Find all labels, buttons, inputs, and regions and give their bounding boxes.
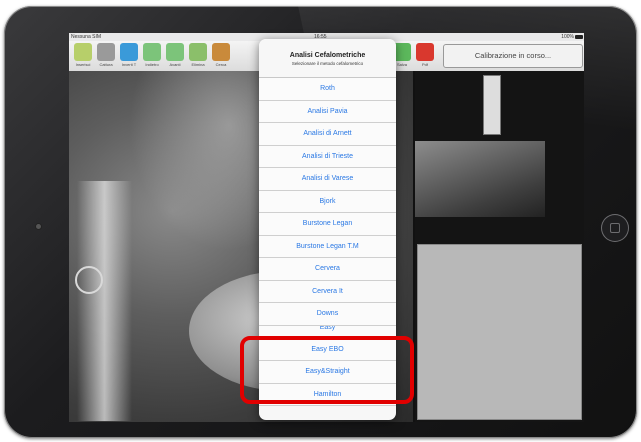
tool-label: Cattura <box>99 62 113 67</box>
calibration-ring-marker[interactable] <box>75 266 103 294</box>
popover-header: Analisi Cefalometriche Selezionare il me… <box>259 39 396 78</box>
battery-icon <box>575 35 583 39</box>
tool-indietro[interactable]: Indietro <box>141 43 163 67</box>
analysis-item-trieste[interactable]: Analisi di Trieste <box>259 145 396 168</box>
analysis-item-arnett[interactable]: Analisi di Arnett <box>259 123 396 146</box>
analysis-item-pavia[interactable]: Analisi Pavia <box>259 100 396 123</box>
calibration-ruler <box>483 75 501 135</box>
analysis-item-burstone-legan-tm[interactable]: Burstone Legan T.M <box>259 235 396 258</box>
tool-inserisci[interactable]: Inserisci <box>72 43 94 67</box>
add-image-icon <box>74 43 92 61</box>
analysis-item-roth[interactable]: Roth <box>259 78 396 101</box>
analysis-item-downs[interactable]: Downs <box>259 303 396 326</box>
tool-inverti[interactable]: Inverti T <box>118 43 140 67</box>
tool-cattura[interactable]: Cattura <box>95 43 117 67</box>
tool-label: Inserisci <box>75 62 91 67</box>
tool-cerca[interactable]: Cerca <box>210 43 232 67</box>
info-panel <box>417 244 582 420</box>
popover-title: Analisi Cefalometriche <box>289 52 366 59</box>
invert-icon <box>120 43 138 61</box>
tool-elimina[interactable]: Elimina <box>187 43 209 67</box>
undo-icon <box>143 43 161 61</box>
analysis-item-cervera[interactable]: Cervera <box>259 258 396 281</box>
status-battery-text: 100% <box>561 34 574 40</box>
red-highlight-box <box>240 336 414 404</box>
home-button[interactable] <box>601 214 629 242</box>
ipad-device: Nessuna SIM 16:55 100% Inserisci Cattura… <box>0 0 641 442</box>
popover-subtitle: Selezionare il metodo cefalometrico <box>291 61 364 66</box>
redo-icon <box>166 43 184 61</box>
tool-label: Avanti <box>169 62 181 67</box>
analysis-item-bjork[interactable]: Bjork <box>259 190 396 213</box>
status-carrier: Nessuna SIM <box>71 34 102 40</box>
tool-avanti[interactable]: Avanti <box>164 43 186 67</box>
crop-icon <box>97 43 115 61</box>
tool-label: Indietro <box>145 62 159 67</box>
tool-label: Pdf <box>421 62 428 67</box>
search-icon <box>212 43 230 61</box>
xray-thumbnail <box>415 141 545 217</box>
analysis-item-varese[interactable]: Analisi di Varese <box>259 168 396 191</box>
xray-preview-panel <box>415 71 584 422</box>
xray-spine-shading <box>77 181 132 421</box>
analysis-item-burstone-legan[interactable]: Burstone Legan <box>259 213 396 236</box>
calibration-button[interactable]: Calibrazione in corso... <box>443 44 583 68</box>
tool-label: Inverti T <box>121 62 137 67</box>
tool-pdf[interactable]: Pdf <box>414 43 436 67</box>
pdf-icon <box>416 43 434 61</box>
tool-label: Cerca <box>215 62 227 67</box>
analysis-item-cervera-it[interactable]: Cervera It <box>259 280 396 303</box>
front-camera <box>36 224 41 229</box>
tool-label: Elimina <box>191 62 205 67</box>
delete-icon <box>189 43 207 61</box>
